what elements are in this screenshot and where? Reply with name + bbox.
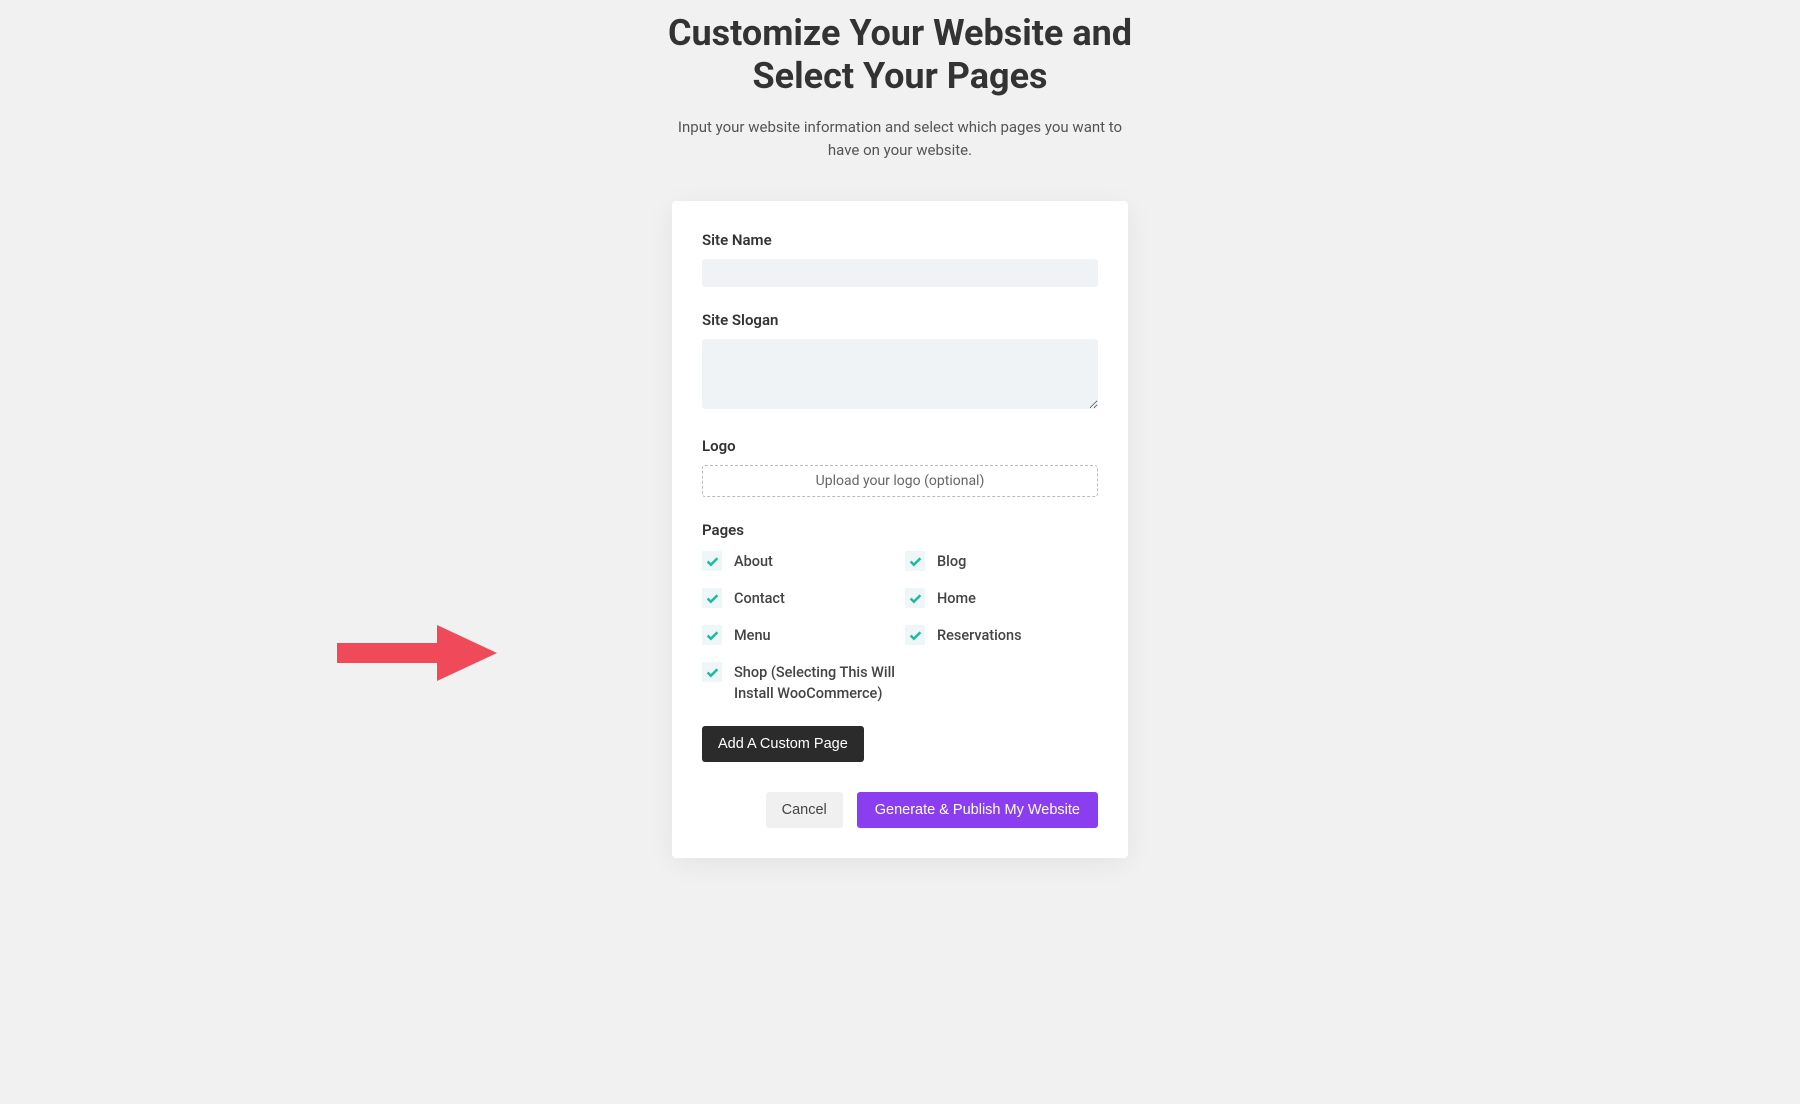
heading-line-1: Customize Your Website and <box>668 12 1132 54</box>
heading-line-2: Select Your Pages <box>753 55 1048 97</box>
field-logo: Logo Upload your logo (optional) <box>702 437 1098 497</box>
field-site-slogan: Site Slogan <box>702 311 1098 413</box>
page-item-reservations: Reservations <box>905 625 1098 646</box>
field-pages: Pages About Blog <box>702 521 1098 762</box>
add-custom-page-button[interactable]: Add A Custom Page <box>702 726 864 762</box>
pages-label: Pages <box>702 521 1098 539</box>
checkbox-home[interactable] <box>905 588 925 608</box>
page-label-home: Home <box>937 588 976 609</box>
site-slogan-input[interactable] <box>702 339 1098 409</box>
check-icon <box>706 592 719 605</box>
check-icon <box>909 555 922 568</box>
site-name-label: Site Name <box>702 231 1098 249</box>
arrow-annotation-icon <box>337 625 497 681</box>
generate-publish-button[interactable]: Generate & Publish My Website <box>857 792 1098 828</box>
check-icon <box>909 592 922 605</box>
page-label-menu: Menu <box>734 625 771 646</box>
page-title: Customize Your Website and Select Your P… <box>550 12 1250 98</box>
page-item-blog: Blog <box>905 551 1098 572</box>
page-item-menu: Menu <box>702 625 895 646</box>
check-icon <box>706 555 719 568</box>
page-label-reservations: Reservations <box>937 625 1022 646</box>
field-site-name: Site Name <box>702 231 1098 287</box>
form-card: Site Name Site Slogan Logo Upload your l… <box>672 201 1128 858</box>
page-item-about: About <box>702 551 895 572</box>
checkbox-shop[interactable] <box>702 662 722 682</box>
check-icon <box>706 666 719 679</box>
page-item-contact: Contact <box>702 588 895 609</box>
checkbox-contact[interactable] <box>702 588 722 608</box>
page-item-shop: Shop (Selecting This Will Install WooCom… <box>702 662 895 704</box>
page-label-about: About <box>734 551 773 572</box>
form-actions: Cancel Generate & Publish My Website <box>702 792 1098 828</box>
logo-upload-box[interactable]: Upload your logo (optional) <box>702 465 1098 497</box>
site-name-input[interactable] <box>702 259 1098 287</box>
check-icon <box>706 629 719 642</box>
checkbox-reservations[interactable] <box>905 625 925 645</box>
page-label-contact: Contact <box>734 588 785 609</box>
site-slogan-label: Site Slogan <box>702 311 1098 329</box>
logo-label: Logo <box>702 437 1098 455</box>
page-label-shop: Shop (Selecting This Will Install WooCom… <box>734 662 895 704</box>
page-label-blog: Blog <box>937 551 966 572</box>
pages-grid: About Blog Contact <box>702 551 1098 704</box>
checkbox-about[interactable] <box>702 551 722 571</box>
checkbox-blog[interactable] <box>905 551 925 571</box>
cancel-button[interactable]: Cancel <box>766 792 843 828</box>
page-subheading: Input your website information and selec… <box>670 116 1130 161</box>
page-item-home: Home <box>905 588 1098 609</box>
checkbox-menu[interactable] <box>702 625 722 645</box>
check-icon <box>909 629 922 642</box>
